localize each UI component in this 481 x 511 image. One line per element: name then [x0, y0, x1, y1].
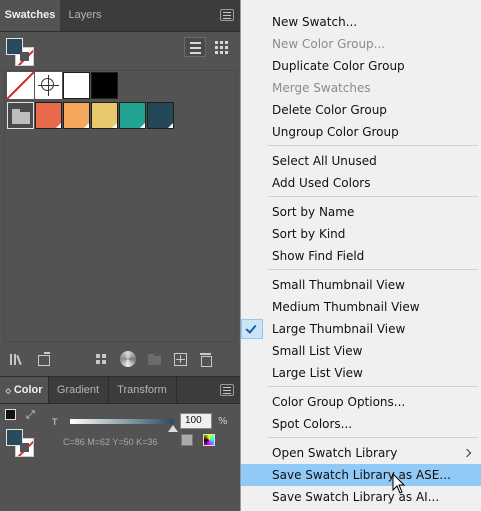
color-panel-menu-icon[interactable]	[220, 384, 234, 396]
fill-stroke-widget[interactable]	[6, 38, 36, 68]
menu-item-label: Merge Swatches	[272, 81, 371, 95]
menu-item-label: Medium Thumbnail View	[272, 300, 420, 314]
new-color-group-icon[interactable]	[148, 352, 162, 366]
menu-item-select-all-unused[interactable]: Select All Unused	[241, 150, 481, 172]
menu-item-label: New Swatch...	[272, 15, 358, 29]
delete-swatch-icon[interactable]	[199, 352, 213, 367]
menu-item-label: Small Thumbnail View	[272, 278, 405, 292]
list-view-icon[interactable]	[184, 37, 206, 57]
menu-item-new-color-group: New Color Group...	[241, 33, 481, 55]
swatch-libraries-icon[interactable]	[10, 352, 24, 366]
color-swatch[interactable]	[35, 102, 62, 129]
tint-slider-track[interactable]	[70, 419, 174, 424]
menu-item-label: Delete Color Group	[272, 103, 387, 117]
none-swatch[interactable]	[7, 72, 34, 99]
color-group-folder-icon[interactable]	[7, 102, 34, 129]
menu-item-label: Sort by Kind	[272, 227, 346, 241]
menu-separator	[268, 437, 478, 438]
cmyk-spectrum-icon[interactable]	[203, 434, 215, 446]
color-swatch[interactable]	[63, 102, 90, 129]
menu-item-label: Save Swatch Library as ASE...	[272, 468, 451, 482]
swatches-bottom-toolbar	[0, 344, 240, 374]
menu-item-label: Duplicate Color Group	[272, 59, 405, 73]
tab-transform[interactable]: Transform	[108, 377, 177, 403]
tab-swatches[interactable]: Swatches	[0, 0, 60, 31]
menu-item-duplicate-color-group[interactable]: Duplicate Color Group	[241, 55, 481, 77]
view-toggle	[184, 37, 236, 57]
menu-item-label: Add Used Colors	[272, 176, 371, 190]
menu-item-label: Show Find Field	[272, 249, 365, 263]
tint-percent-label: %	[218, 416, 228, 427]
tab-gradient[interactable]: Gradient	[48, 377, 109, 403]
default-fill-stroke-icon[interactable]	[5, 409, 16, 420]
menu-item-spot-colors[interactable]: Spot Colors...	[241, 413, 481, 435]
color-panel-tabbar: ◇ Color Gradient Transform	[0, 376, 240, 404]
color-group-icon[interactable]	[120, 351, 136, 367]
menu-item-save-swatch-library-as-ai[interactable]: Save Swatch Library as AI...	[241, 486, 481, 508]
swatch-grid	[4, 70, 236, 342]
tint-label: T	[52, 418, 58, 428]
swap-fill-stroke-icon[interactable]: ⤢	[26, 409, 35, 420]
swatches-panel-tabbar: Swatches Layers	[0, 0, 240, 32]
menu-separator	[268, 196, 478, 197]
swatches-panel: Swatches Layers	[0, 0, 240, 374]
place-swatches-icon[interactable]	[37, 352, 51, 366]
menu-separator	[268, 386, 478, 387]
cmyk-readout: C=86 M=62 Y=50 K=36	[63, 437, 158, 447]
color-swatch[interactable]	[119, 102, 146, 129]
tint-slider-thumb[interactable]	[168, 425, 178, 432]
color-fill-stroke-widget[interactable]	[6, 429, 36, 459]
menu-item-save-swatch-library-as-ase[interactable]: Save Swatch Library as ASE...	[241, 464, 481, 486]
menu-item-large-thumbnail-view[interactable]: Large Thumbnail View	[241, 318, 481, 340]
menu-item-open-swatch-library[interactable]: Open Swatch Library	[241, 442, 481, 464]
tab-layers[interactable]: Layers	[60, 0, 110, 31]
color-panel: ◇ Color Gradient Transform ⤢ T 100 % C=86…	[0, 376, 240, 511]
menu-item-merge-swatches: Merge Swatches	[241, 77, 481, 99]
menu-item-delete-color-group[interactable]: Delete Color Group	[241, 99, 481, 121]
color-swatch[interactable]	[147, 102, 174, 129]
menu-item-medium-thumbnail-view[interactable]: Medium Thumbnail View	[241, 296, 481, 318]
menu-item-show-find-field[interactable]: Show Find Field	[241, 245, 481, 267]
menu-item-label: Save Swatch Library as AI...	[272, 490, 440, 504]
checkmark-icon	[241, 319, 263, 339]
menu-item-color-group-options[interactable]: Color Group Options...	[241, 391, 481, 413]
menu-item-label: Select All Unused	[272, 154, 377, 168]
grid-view-icon[interactable]	[210, 37, 232, 57]
swatches-flyout-menu: New Swatch... New Color Group... Duplicate…	[240, 0, 481, 511]
new-swatch-icon[interactable]	[174, 352, 188, 366]
menu-item-small-thumbnail-view[interactable]: Small Thumbnail View	[241, 274, 481, 296]
menu-item-ungroup-color-group[interactable]: Ungroup Color Group	[241, 121, 481, 143]
menu-item-label: Large Thumbnail View	[272, 322, 406, 336]
menu-separator	[268, 269, 478, 270]
collapse-toggle-icon[interactable]: ◇	[5, 388, 10, 395]
menu-item-label: Open Swatch Library	[272, 446, 398, 460]
tint-value-field[interactable]: 100	[180, 413, 212, 429]
menu-item-small-list-view[interactable]: Small List View	[241, 340, 481, 362]
menu-item-label: Sort by Name	[272, 205, 355, 219]
panel-menu-icon[interactable]	[220, 9, 234, 21]
menu-item-sort-by-kind[interactable]: Sort by Kind	[241, 223, 481, 245]
mouse-cursor-icon	[392, 473, 406, 494]
menu-item-add-used-colors[interactable]: Add Used Colors	[241, 172, 481, 194]
menu-item-label: Spot Colors...	[272, 417, 353, 431]
menu-item-label: Ungroup Color Group	[272, 125, 399, 139]
menu-item-label: Large List View	[272, 366, 363, 380]
color-swatch[interactable]	[91, 102, 118, 129]
color-swatch[interactable]	[63, 72, 90, 99]
menu-item-label: Color Group Options...	[272, 395, 406, 409]
submenu-arrow-icon	[462, 448, 472, 458]
color-swatch[interactable]	[91, 72, 118, 99]
menu-item-sort-by-name[interactable]: Sort by Name	[241, 201, 481, 223]
menu-item-new-swatch[interactable]: New Swatch...	[241, 11, 481, 33]
menu-separator	[268, 145, 478, 146]
menu-item-label: New Color Group...	[272, 37, 386, 51]
menu-item-label: Small List View	[272, 344, 363, 358]
tab-color[interactable]: ◇ Color	[0, 377, 49, 403]
menu-item-large-list-view[interactable]: Large List View	[241, 362, 481, 384]
out-of-gamut-icon[interactable]	[181, 434, 193, 446]
show-swatch-kinds-icon[interactable]	[95, 352, 109, 366]
registration-swatch[interactable]	[35, 72, 62, 99]
